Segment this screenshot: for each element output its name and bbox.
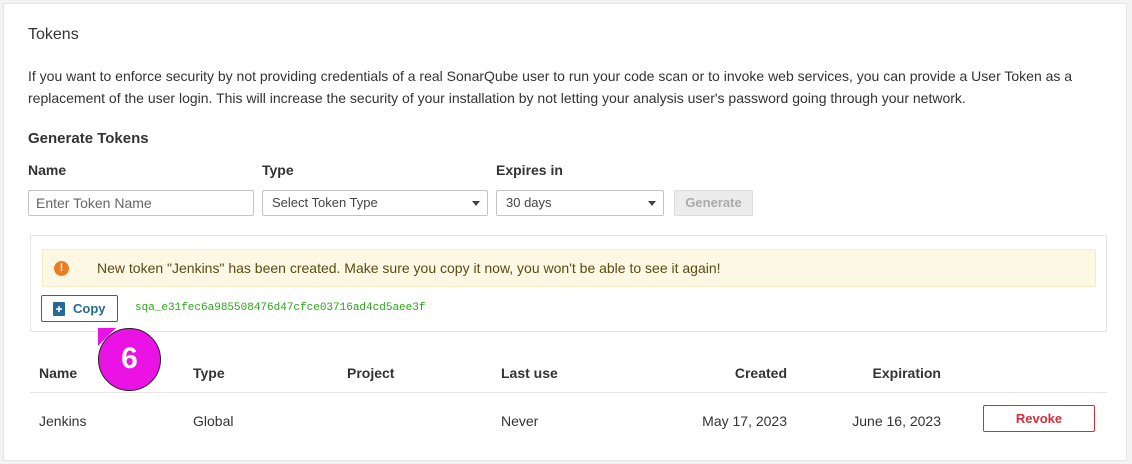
type-label: Type (262, 162, 294, 178)
token-type-select[interactable]: Select Token Type (262, 190, 488, 216)
col-header-last-use: Last use (501, 365, 558, 381)
cell-expiration: June 16, 2023 (852, 413, 941, 429)
token-created-alert: ! New token "Jenkins" has been created. … (42, 249, 1096, 287)
name-label: Name (28, 162, 67, 178)
token-value[interactable]: sqa_e31fec6a985508476d47cfce03716ad4cd5a… (135, 302, 425, 314)
col-header-name: Name (39, 365, 78, 381)
alert-message: New token "Jenkins" has been created. Ma… (97, 260, 721, 276)
cell-name: Jenkins (39, 413, 87, 429)
expires-label: Expires in (496, 162, 563, 178)
table-divider (30, 392, 1107, 393)
cell-last-use: Never (501, 413, 539, 429)
warning-icon: ! (54, 261, 69, 276)
cell-created: May 17, 2023 (702, 413, 787, 429)
revoke-button[interactable]: Revoke (983, 405, 1095, 432)
token-type-value: Select Token Type (272, 195, 378, 210)
tokens-panel: Tokens If you want to enforce security b… (3, 3, 1127, 461)
token-name-input[interactable] (28, 190, 254, 216)
copy-label: Copy (73, 301, 106, 316)
step-marker: 6 (98, 328, 161, 391)
copy-icon (53, 302, 65, 316)
generate-button[interactable]: Generate (674, 190, 753, 216)
tokens-description: If you want to enforce security by not p… (28, 68, 1073, 106)
col-header-expiration: Expiration (872, 365, 941, 381)
col-header-type: Type (193, 365, 225, 381)
new-token-box: ! New token "Jenkins" has been created. … (30, 235, 1107, 332)
page-title: Tokens (28, 26, 79, 43)
expires-in-select[interactable]: 30 days (496, 190, 664, 216)
cell-type: Global (193, 413, 234, 429)
col-header-project: Project (347, 365, 395, 381)
generate-tokens-heading: Generate Tokens (28, 130, 149, 147)
chevron-down-icon (648, 201, 656, 206)
expires-in-value: 30 days (506, 195, 552, 210)
chevron-down-icon (472, 201, 480, 206)
copy-button[interactable]: Copy (41, 295, 118, 322)
col-header-created: Created (734, 365, 787, 381)
